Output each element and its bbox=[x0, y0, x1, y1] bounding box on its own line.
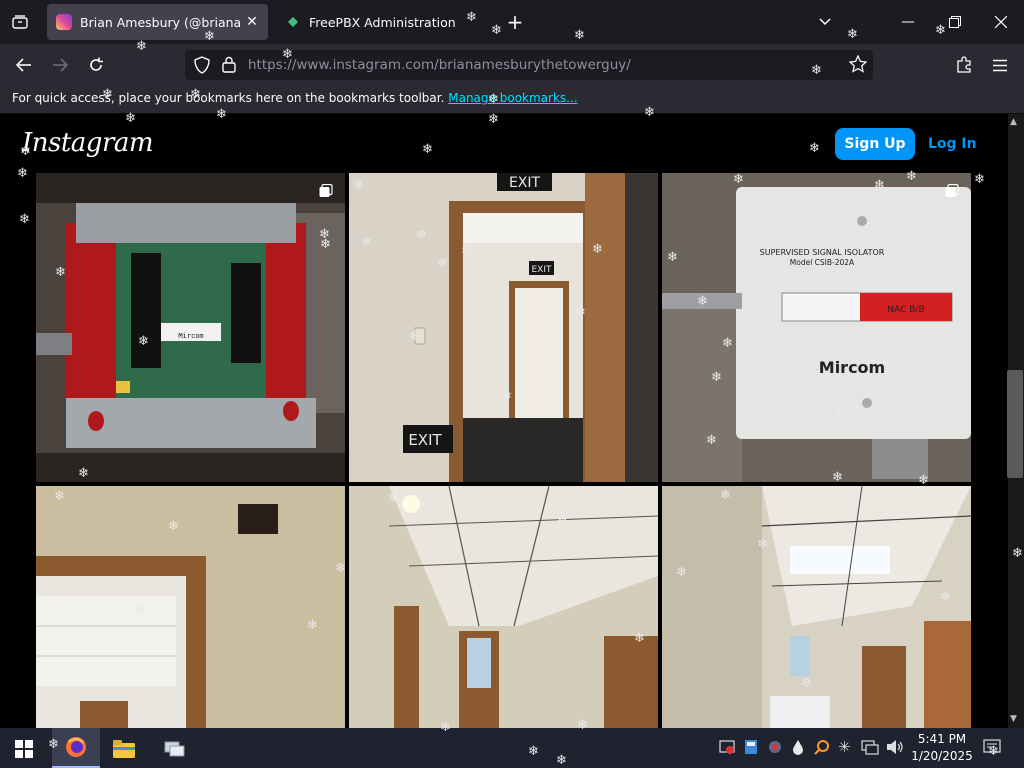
isolator-title: SUPERVISED SIGNAL ISOLATOR bbox=[760, 248, 885, 257]
doorway-image bbox=[36, 486, 345, 728]
taskbar-firefox[interactable] bbox=[52, 728, 100, 768]
tracking-protection-icon[interactable] bbox=[193, 56, 211, 78]
carousel-icon bbox=[319, 183, 333, 197]
photo-circuit-board[interactable]: Mircom bbox=[36, 173, 345, 482]
photo-hallway-exit[interactable]: EXIT EXIT EXIT bbox=[349, 173, 658, 482]
extensions-icon[interactable] bbox=[955, 55, 973, 77]
start-button[interactable] bbox=[6, 732, 42, 766]
chevron-down-icon bbox=[819, 18, 831, 26]
url-path: /brianamesburythetowerguy/ bbox=[434, 57, 631, 73]
minimize-button[interactable] bbox=[893, 10, 923, 34]
scrollbar-thumb[interactable] bbox=[1007, 370, 1023, 478]
folder-icon bbox=[113, 740, 135, 758]
scroll-down-icon[interactable]: ▼ bbox=[1010, 714, 1017, 724]
taskbar-app[interactable] bbox=[156, 732, 192, 766]
forward-arrow-icon bbox=[53, 58, 68, 72]
exit-sign-mid: EXIT bbox=[531, 265, 552, 275]
tab-list-icon bbox=[12, 15, 28, 29]
menu-icon[interactable] bbox=[992, 57, 1008, 76]
reload-icon bbox=[90, 57, 103, 71]
minimize-icon bbox=[902, 21, 914, 23]
exit-sign-top: EXIT bbox=[509, 175, 541, 191]
notification-icon[interactable] bbox=[983, 738, 1001, 760]
instagram-icon bbox=[56, 14, 72, 30]
manage-bookmarks-link[interactable]: Manage bookmarks... bbox=[448, 91, 577, 105]
windows-logo-icon bbox=[15, 740, 33, 758]
taskbar-clock[interactable]: 5:41 PM 1/20/2025 bbox=[910, 731, 974, 765]
signal-isolator-image: SUPERVISED SIGNAL ISOLATOR Model CSIB-20… bbox=[662, 173, 971, 482]
photo-doorway[interactable] bbox=[36, 486, 345, 728]
tab-list-button[interactable] bbox=[6, 10, 34, 34]
close-tab-icon[interactable]: ✕ bbox=[242, 14, 262, 30]
isolator-tag: NAC B/B bbox=[887, 305, 924, 315]
hallway-exit-image: EXIT EXIT EXIT bbox=[349, 173, 658, 482]
url-text[interactable]: https://www.instagram.com/brianamesburyt… bbox=[248, 57, 631, 73]
photo-office-hall[interactable] bbox=[662, 486, 971, 728]
carousel-icon bbox=[945, 183, 959, 197]
bookmarks-message: For quick access, place your bookmarks h… bbox=[12, 91, 445, 105]
tray-network-app-icon[interactable] bbox=[767, 739, 783, 759]
clock-time: 5:41 PM bbox=[917, 732, 967, 746]
taskbar-file-explorer[interactable] bbox=[106, 732, 142, 766]
lock-icon[interactable] bbox=[222, 56, 236, 77]
close-icon bbox=[995, 16, 1007, 28]
photo-signal-isolator[interactable]: SUPERVISED SIGNAL ISOLATOR Model CSIB-20… bbox=[662, 173, 971, 482]
tray-screen-icon[interactable] bbox=[719, 739, 735, 759]
log-in-link[interactable]: Log In bbox=[928, 136, 977, 152]
list-all-tabs-button[interactable] bbox=[810, 10, 840, 34]
tab-title: FreePBX Administration bbox=[309, 14, 456, 30]
tray-volume-icon[interactable] bbox=[886, 739, 904, 759]
clock-date: 1/20/2025 bbox=[911, 749, 973, 763]
forward-button[interactable] bbox=[48, 53, 72, 77]
tray-storage-icon[interactable] bbox=[744, 739, 758, 759]
scroll-up-icon[interactable]: ▲ bbox=[1010, 117, 1017, 127]
circuit-board-image: Mircom bbox=[36, 173, 345, 482]
tray-network-icon[interactable] bbox=[861, 739, 879, 759]
url-prefix: https://www.instagram.com bbox=[248, 57, 435, 73]
restore-button[interactable] bbox=[940, 10, 970, 34]
isolator-model: Model CSIB-202A bbox=[790, 258, 855, 267]
tab-title: Brian Amesbury (@brianamesbu bbox=[80, 14, 242, 30]
close-window-button[interactable] bbox=[986, 10, 1016, 34]
restore-icon bbox=[949, 16, 961, 28]
network-manager-icon bbox=[164, 741, 185, 757]
back-arrow-icon bbox=[16, 58, 31, 72]
snowflake-icon: ❄ bbox=[19, 212, 30, 227]
isolator-brand: Mircom bbox=[819, 358, 885, 377]
bookmark-star-icon[interactable] bbox=[848, 54, 868, 77]
bookmarks-hint: For quick access, place your bookmarks h… bbox=[12, 91, 578, 105]
instagram-logo[interactable]: Instagram bbox=[22, 128, 154, 158]
photo-corridor[interactable] bbox=[349, 486, 658, 728]
new-tab-button[interactable]: + bbox=[503, 10, 527, 34]
exit-sign-bottom: EXIT bbox=[408, 431, 442, 449]
firefox-icon bbox=[66, 737, 86, 757]
tray-search-icon[interactable] bbox=[814, 739, 830, 759]
tab-instagram[interactable]: Brian Amesbury (@brianamesbu ✕ bbox=[47, 4, 268, 40]
corridor-image bbox=[349, 486, 658, 728]
tray-droplet-icon[interactable] bbox=[792, 739, 804, 759]
tray-bluetooth-icon[interactable]: ✳ bbox=[838, 738, 851, 756]
office-hall-image bbox=[662, 486, 971, 728]
freepbx-icon bbox=[285, 14, 301, 30]
board-label: Mircom bbox=[178, 332, 203, 340]
snowflake-icon: ❄ bbox=[974, 172, 985, 187]
reload-button[interactable] bbox=[84, 53, 108, 77]
sign-up-button[interactable]: Sign Up bbox=[835, 128, 915, 160]
tab-freepbx[interactable]: FreePBX Administration bbox=[276, 4, 476, 40]
back-button[interactable] bbox=[12, 53, 36, 77]
